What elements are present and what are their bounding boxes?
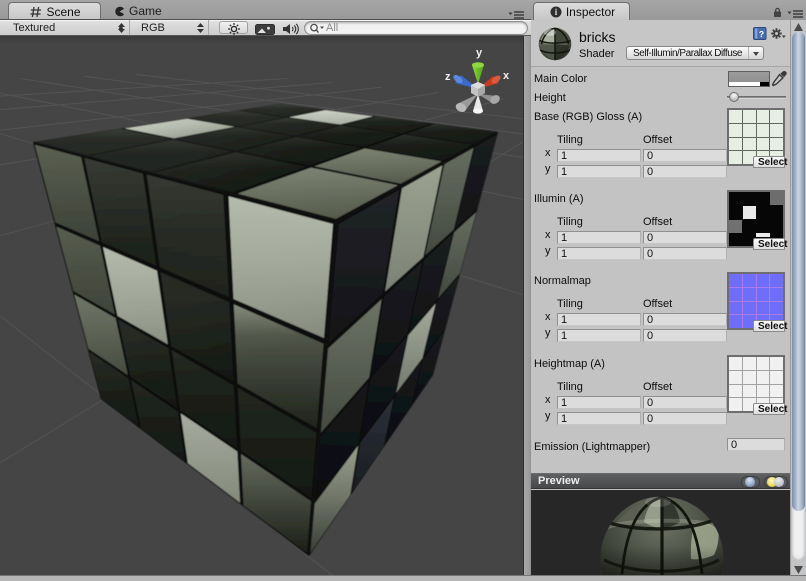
svg-text:x: x — [503, 70, 510, 82]
svg-text:z: z — [445, 71, 451, 83]
svg-text:?: ? — [759, 29, 764, 39]
svg-text:y: y — [476, 47, 483, 59]
